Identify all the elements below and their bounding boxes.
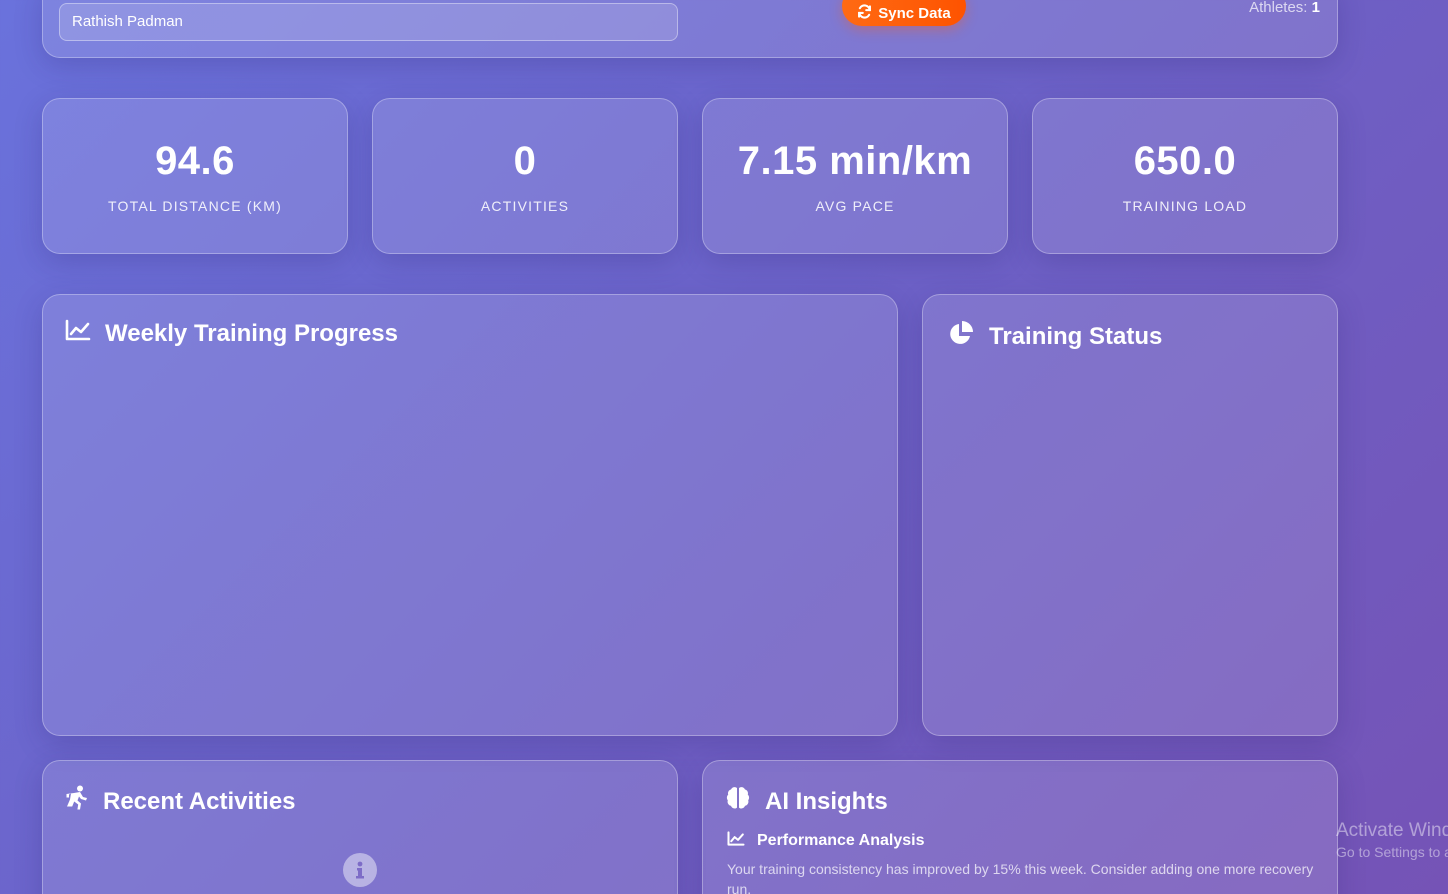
info-icon <box>343 853 377 887</box>
pie-chart-icon <box>947 319 975 354</box>
training-status-title: Training Status <box>989 322 1163 350</box>
watermark-line2: Go to Settings to activate Windows. <box>1336 844 1448 860</box>
weekly-progress-panel: Weekly Training Progress <box>42 294 898 736</box>
stat-card-activities: 0 ACTIVITIES <box>372 98 678 254</box>
performance-analysis-label: Performance Analysis <box>757 832 925 849</box>
training-status-panel: Training Status <box>922 294 1338 736</box>
stat-label: AVG PACE <box>815 198 895 214</box>
ai-insights-panel: AI Insights Performance Analysis Your tr… <box>702 760 1338 894</box>
panel-title: Recent Activities <box>65 785 296 818</box>
athlete-select[interactable]: Rathish Padman <box>59 3 678 41</box>
athletes-count: Athletes: 1 <box>1249 0 1320 16</box>
stat-value: 7.15 min/km <box>737 139 973 183</box>
sync-data-button[interactable]: Sync Data <box>842 0 966 26</box>
panel-title: Weekly Training Progress <box>65 319 398 348</box>
stat-value: 0 <box>513 139 537 183</box>
sync-icon <box>857 3 872 23</box>
stat-label: TRAINING LOAD <box>1122 198 1248 214</box>
stat-value: 94.6 <box>155 139 235 183</box>
brain-icon <box>725 785 751 818</box>
stat-card-avg-pace: 7.15 min/km AVG PACE <box>702 98 1008 254</box>
activate-windows-watermark: Activate Windows Go to Settings to activ… <box>1336 820 1448 860</box>
insight-text: Your training consistency has improved b… <box>727 861 1314 894</box>
chart-line-icon <box>65 319 91 348</box>
sync-data-label: Sync Data <box>878 4 951 22</box>
panel-title: Training Status <box>947 319 1162 354</box>
watermark-line1: Activate Windows <box>1336 820 1448 841</box>
athletes-value: 1 <box>1311 0 1320 16</box>
stat-value: 650.0 <box>1133 139 1237 183</box>
panel-title: AI Insights <box>725 785 888 818</box>
stat-card-training-load: 650.0 TRAINING LOAD <box>1032 98 1338 254</box>
stat-label: TOTAL DISTANCE (KM) <box>108 198 282 214</box>
ai-insights-title: AI Insights <box>765 787 888 815</box>
running-icon <box>65 785 89 818</box>
athletes-label: Athletes: <box>1249 0 1308 16</box>
stat-card-total-distance: 94.6 TOTAL DISTANCE (KM) <box>42 98 348 254</box>
weekly-progress-title: Weekly Training Progress <box>105 319 399 347</box>
stat-label: ACTIVITIES <box>480 198 570 214</box>
chart-line-icon <box>727 831 745 851</box>
recent-activities-title: Recent Activities <box>103 787 296 815</box>
performance-analysis-heading: Performance Analysis <box>727 831 924 851</box>
recent-activities-panel: Recent Activities <box>42 760 678 894</box>
